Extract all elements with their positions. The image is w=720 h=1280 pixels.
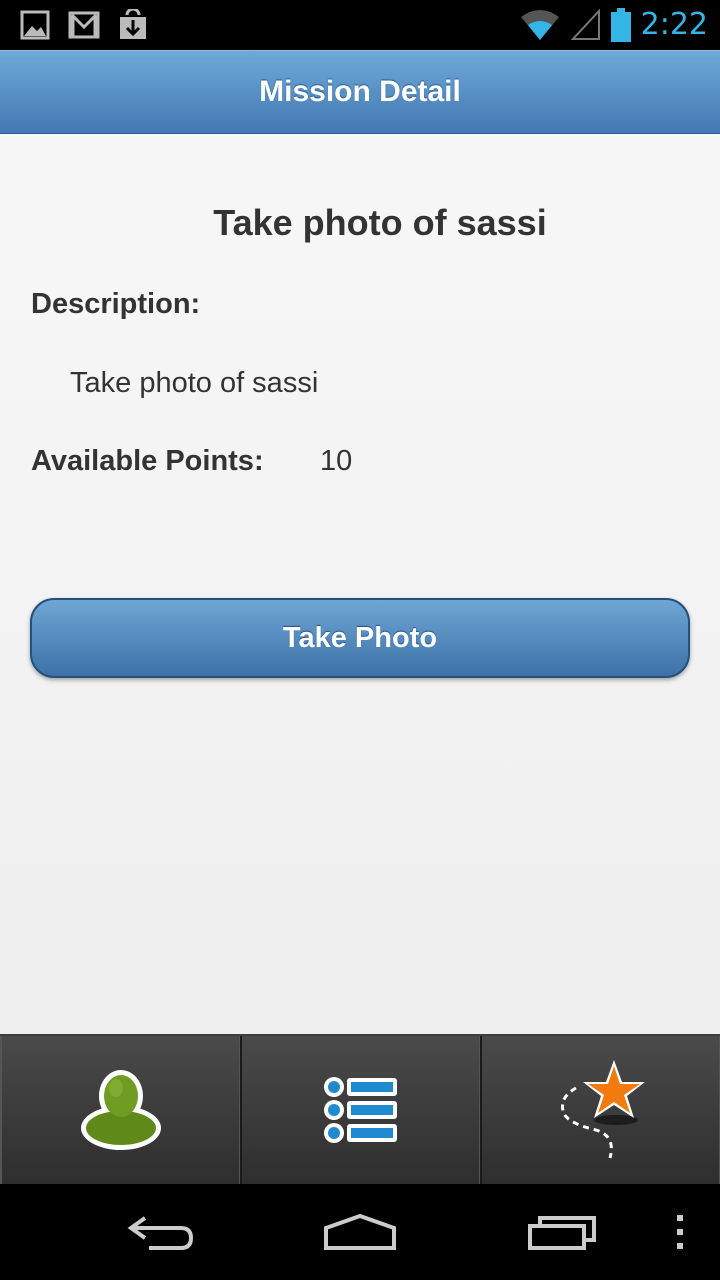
menu-button[interactable] [660,1202,700,1262]
recent-apps-icon [528,1216,596,1250]
take-photo-button[interactable]: Take Photo [30,598,690,678]
page-title: Mission Detail [259,75,461,108]
description-label: Description: [31,288,201,320]
clock: 2:22 [640,7,708,42]
system-nav-bar [0,1184,720,1280]
page-header: Mission Detail [0,50,720,134]
points-value: 10 [320,445,353,477]
star-path-icon [560,1060,645,1159]
home-icon [324,1213,396,1250]
tab-achievements[interactable] [480,1036,720,1184]
signal-icon [570,9,600,40]
points-label: Available Points: [31,445,264,477]
menu-icon [677,1215,683,1249]
battery-icon [610,8,631,42]
system-icons: 2:22 [519,6,708,44]
tab-missions[interactable] [240,1036,480,1184]
notification-icons [20,8,148,42]
wifi-icon [520,10,559,40]
description-text: Take photo of sassi [70,367,319,399]
mission-title: Take photo of sassi [213,202,547,243]
gmail-icon [68,11,100,39]
download-icon [120,9,146,39]
image-icon [20,10,50,40]
back-icon [127,1216,194,1250]
tab-bar [0,1034,720,1184]
home-button[interactable] [320,1202,400,1262]
back-button[interactable] [120,1202,200,1262]
user-profile-icon [80,1070,161,1150]
tab-profile[interactable] [0,1036,240,1184]
mission-detail-content: Take photo of sassi Description: Take ph… [0,134,720,1034]
recent-apps-button[interactable] [522,1202,602,1262]
take-photo-label: Take Photo [282,621,438,654]
mission-list-icon [323,1077,397,1143]
status-bar: 2:22 [0,0,720,50]
